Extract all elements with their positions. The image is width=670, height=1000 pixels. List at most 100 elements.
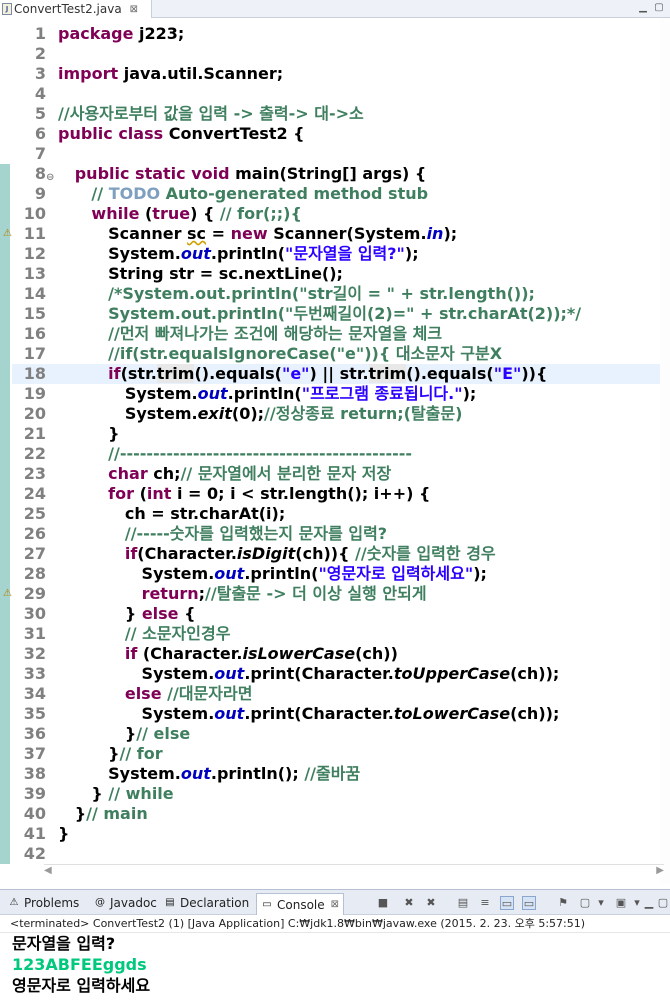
pin-console-icon[interactable]: ⚑ [556,896,570,910]
chevron-down-icon[interactable]: ▾ [594,896,608,910]
code-line[interactable]: 26 //-----숫자를 입력했는지 문자를 입력? [12,524,660,544]
horizontal-scrollbar[interactable]: ◀ ▶ [44,864,664,876]
tab-label: Problems [24,896,80,910]
minimize-icon[interactable]: ▁ [642,896,656,910]
code-line[interactable]: 2 [12,44,660,64]
code-line[interactable]: 30 } else { [12,604,660,624]
scroll-lock-icon[interactable]: ≡ [478,896,492,910]
scroll-right-icon[interactable]: ▶ [656,865,664,876]
code-line[interactable]: 25 ch = str.charAt(i); [12,504,660,524]
code-line[interactable]: 6 public class ConvertTest2 { [12,124,660,144]
close-icon[interactable]: ⊠ [331,899,339,910]
code-line[interactable]: 21 } [12,424,660,444]
code-token: "E" [493,364,522,383]
minimize-icon[interactable]: ▁ [636,1,650,15]
code-line[interactable]: 10 while (true) { // for(;;){ [12,204,660,224]
code-line[interactable]: 18 if(str.trim().equals("e") || str.trim… [12,364,660,384]
line-number: 20 [23,404,46,423]
maximize-icon[interactable]: ▢ [652,1,666,15]
code-line[interactable]: 35 System.out.print(Character.toLowerCas… [12,704,660,724]
tab-declaration[interactable]: ▤ Declaration [164,894,249,912]
editor-tab-converttest2[interactable]: J ConvertTest2.java ⊠ [0,0,152,18]
code-line[interactable]: 40 }// main [12,804,660,824]
code-line[interactable]: 24 for (int i = 0; i < str.length(); i++… [12,484,660,504]
code-text: //사용자로부터 값을 입력 -> 출력-> 대->소 [58,104,364,124]
code-line[interactable]: 3 import java.util.Scanner; [12,64,660,84]
code-token: .print(Character. [244,704,394,723]
code-text: //-----숫자를 입력했는지 문자를 입력? [58,524,387,544]
warning-icon[interactable]: ⚠ [2,587,13,600]
maximize-icon[interactable]: ▢ [656,896,670,910]
code-token: isLowerCase [242,644,356,663]
code-line[interactable]: 1 package j223; [12,24,660,44]
code-token: "영문자로 입력하세요" [318,564,474,583]
open-console-icon[interactable]: ▣ [614,896,628,910]
code-line[interactable]: 33 System.out.print(Character.toUpperCas… [12,664,660,684]
code-line[interactable]: 31 // 소문자인경우 [12,624,660,644]
tab-problems[interactable]: ⚠ Problems [8,894,80,912]
close-icon[interactable]: ⊠ [130,4,138,15]
code-line[interactable]: 15 System.out.println("두번째길이(2)=" + str.… [12,304,660,324]
line-number: 13 [23,264,46,283]
code-line[interactable]: 34 else //대문자라면 [12,684,660,704]
code-line[interactable]: 42 [12,844,660,864]
code-line[interactable]: 32 if (Character.isLowerCase(ch)) [12,644,660,664]
code-line[interactable]: 13 String str = sc.nextLine(); [12,264,660,284]
code-line[interactable]: 19 System.out.println("프로그램 종료됩니다."); [12,384,660,404]
code-line[interactable]: 7 [12,144,660,164]
console-output[interactable]: 문자열을 입력? 123ABFEEggds 영문자로 입력하세요 [0,933,670,1000]
clear-console-icon[interactable]: ▤ [456,896,470,910]
code-token: } [58,724,137,743]
code-area[interactable]: 1 package j223; 2 3 import java.util.Scanner… [3,24,660,864]
code-line[interactable]: 8 ⊖ public static void main(String[] args… [12,164,660,184]
code-token: (ch)); [510,664,560,683]
code-token: ch; [153,464,181,483]
code-text: return;//탈출문 -> 더 이상 실행 안되게 [58,584,427,604]
code-line[interactable]: 9 // TODO Auto-generated method stub [12,184,660,204]
code-line[interactable]: 27 if(Character.isDigit(ch)){ //숫자를 입력한 … [12,544,660,564]
code-line[interactable]: 16 //먼저 빠져나가는 조건에 해당하는 문자열을 체크 [12,324,660,344]
tab-javadoc[interactable]: @ Javadoc [94,894,157,912]
code-line[interactable]: 12 System.out.println("문자열을 입력?"); [12,244,660,264]
code-line[interactable]: 28 System.out.println("영문자로 입력하세요"); [12,564,660,584]
display-console-icon[interactable]: ▢ [578,896,592,910]
code-line[interactable]: 37 }// for [12,744,660,764]
code-token: (Character. [137,544,237,563]
code-editor[interactable]: 1 package j223; 2 3 import java.util.Scanner… [0,18,670,884]
code-line[interactable]: 38 System.out.println(); //줄바꿈 [12,764,660,784]
line-number: 35 [23,704,46,723]
console-view-tabbar: ■ ✖ ✖ ▤ ≡ ▭ ▭ ⚑ ▢ ▾ ▣ ▾ ▁ ▢ ⚠ Problems @ Ja… [0,889,670,915]
code-line[interactable]: 5 //사용자로부터 값을 입력 -> 출력-> 대->소 [12,104,660,124]
code-line[interactable]: 14 /*System.out.println("str길이 = " + str… [12,284,660,304]
code-line[interactable]: 29 ⚠ return;//탈출문 -> 더 이상 실행 안되게 [3,584,660,604]
remove-all-icon[interactable]: ✖ [424,896,438,910]
terminate-icon[interactable]: ■ [376,896,390,910]
code-token: (str. [120,364,157,383]
warning-icon[interactable]: ⚠ [2,227,13,240]
code-line[interactable]: 23 char ch;// 문자열에서 분리한 문자 저장 [12,464,660,484]
show-stdout-icon[interactable]: ▭ [500,896,514,910]
code-token: j223; [139,24,185,43]
remove-launch-icon[interactable]: ✖ [402,896,416,910]
show-stderr-icon[interactable]: ▭ [522,896,536,910]
code-line[interactable]: 4 [12,84,660,104]
code-token: "문자열을 입력?" [285,244,405,263]
line-number: 3 [34,64,46,83]
code-line[interactable]: 20 System.exit(0);//정상종료 return;(탈출문) [12,404,660,424]
code-line[interactable]: 39 } // while [12,784,660,804]
code-token: // 소문자인경우 [124,624,231,643]
code-line[interactable]: 11 ⚠ Scanner sc = new Scanner(System.in); [3,224,660,244]
line-number: 5 [34,104,46,123]
overview-ruler[interactable] [660,18,670,884]
line-number: 26 [23,524,46,543]
code-line[interactable]: 22 //-----------------------------------… [12,444,660,464]
code-line[interactable]: 36 }// else [12,724,660,744]
code-token: } [58,604,142,623]
tab-console[interactable]: ▭ Console ⊠ [256,893,345,915]
scroll-left-icon[interactable]: ◀ [44,865,52,876]
code-line[interactable]: 41} [12,824,660,844]
code-line[interactable]: 17 //if(str.equalsIgnoreCase("e")){ 대소문자… [12,344,660,364]
